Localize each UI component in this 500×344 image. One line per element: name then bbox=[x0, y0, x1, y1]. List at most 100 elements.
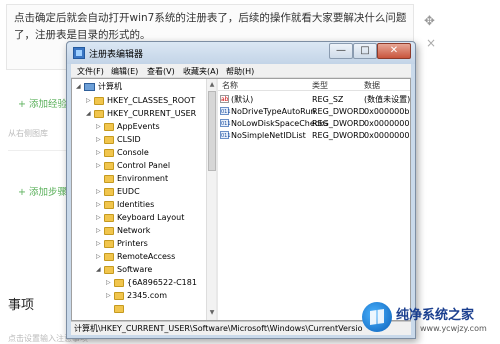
tree-node-remoteaccess[interactable]: ▷ RemoteAccess bbox=[96, 251, 175, 263]
folder-icon bbox=[104, 240, 114, 248]
value-name: NoSimpleNetIDList bbox=[231, 131, 306, 140]
tree-expander-icon[interactable]: ▷ bbox=[96, 186, 104, 198]
value-row[interactable]: ab (默认) REG_SZ (数值未设置) bbox=[218, 94, 410, 105]
menu-view[interactable]: 查看(V) bbox=[147, 66, 175, 77]
tree-expander-icon[interactable]: ▷ bbox=[106, 290, 114, 302]
tree-node-hkcr[interactable]: ▷ HKEY_CLASSES_ROOT bbox=[86, 95, 195, 107]
tree-expander-icon[interactable]: ▷ bbox=[96, 134, 104, 146]
column-header-name[interactable]: 名称 bbox=[222, 80, 238, 91]
dword-value-icon: 011 bbox=[220, 131, 231, 139]
value-data: 0x000000b5 (18 bbox=[364, 107, 410, 116]
string-value-icon: ab bbox=[220, 95, 229, 103]
tree-node-appevents[interactable]: ▷ AppEvents bbox=[96, 121, 160, 133]
folder-icon bbox=[94, 97, 104, 105]
tree-node-eudc[interactable]: ▷ EUDC bbox=[96, 186, 140, 198]
menu-edit[interactable]: 编辑(E) bbox=[111, 66, 138, 77]
maximize-button[interactable]: □ bbox=[353, 43, 377, 59]
folder-icon bbox=[104, 227, 114, 235]
tree-expander-icon[interactable]: ▷ bbox=[96, 199, 104, 211]
minimize-button[interactable]: — bbox=[329, 43, 353, 59]
value-row[interactable]: 011NoSimpleNetIDList REG_DWORD 0x0000000… bbox=[218, 130, 410, 141]
value-type: REG_SZ bbox=[312, 95, 344, 104]
tree-expander-icon[interactable]: ◢ bbox=[76, 81, 84, 93]
add-step-link[interactable]: + 添加步骤 bbox=[18, 184, 67, 198]
value-row[interactable]: 011NoDriveTypeAutoRun REG_DWORD 0x000000… bbox=[218, 106, 410, 117]
windows-logo-icon bbox=[362, 302, 392, 332]
regedit-icon bbox=[73, 47, 85, 59]
folder-icon bbox=[94, 110, 104, 118]
folder-icon bbox=[104, 175, 114, 183]
folder-icon bbox=[114, 292, 124, 300]
menu-help[interactable]: 帮助(H) bbox=[226, 66, 254, 77]
column-header-type[interactable]: 类型 bbox=[312, 80, 328, 91]
tree-expander-icon[interactable]: ▷ bbox=[96, 147, 104, 159]
close-button[interactable]: ✕ bbox=[377, 43, 411, 59]
folder-icon bbox=[104, 214, 114, 222]
dword-value-icon: 011 bbox=[220, 107, 231, 115]
folder-icon bbox=[114, 279, 124, 287]
notes-heading: 事项 bbox=[8, 298, 35, 313]
add-experience-link[interactable]: + 添加经验 bbox=[18, 96, 67, 110]
registry-editor-window: 注册表编辑器 — □ ✕ 文件(F) 编辑(E) 查看(V) 收藏夹(A) 帮助… bbox=[66, 41, 416, 339]
watermark-title: 纯净系统之家 bbox=[396, 308, 475, 323]
tree-node-clsid[interactable]: ▷ CLSID bbox=[96, 134, 141, 146]
tree-node-network[interactable]: ▷ Network bbox=[96, 225, 150, 237]
tree-node-identities[interactable]: ▷ Identities bbox=[96, 199, 154, 211]
value-type: REG_DWORD bbox=[312, 131, 365, 140]
folder-icon bbox=[104, 149, 114, 157]
value-data: 0x00000001 (1) bbox=[364, 119, 410, 128]
tree-node-guid[interactable]: ▷ {6A896522-C181 bbox=[106, 277, 197, 289]
tree-expander-icon[interactable]: ◢ bbox=[96, 264, 104, 276]
tree-node-computer[interactable]: ◢ 计算机 bbox=[76, 81, 122, 93]
tree-node-partial[interactable] bbox=[106, 303, 127, 315]
computer-icon bbox=[84, 83, 95, 91]
close-icon[interactable]: × bbox=[426, 36, 436, 50]
tree-node-software[interactable]: ◢ Software bbox=[96, 264, 152, 276]
tree-node-keyboard-layout[interactable]: ▷ Keyboard Layout bbox=[96, 212, 184, 224]
tree-expander-icon[interactable]: ▷ bbox=[96, 225, 104, 237]
watermark: 纯净系统之家 www.ycwjzy.com bbox=[360, 300, 500, 344]
folder-icon bbox=[104, 266, 114, 274]
tree-node-environment[interactable]: Environment bbox=[96, 173, 168, 185]
tree-node-control-panel[interactable]: ▷ Control Panel bbox=[96, 160, 170, 172]
value-name: (默认) bbox=[231, 95, 254, 104]
move-icon[interactable]: ✥ bbox=[424, 14, 435, 29]
value-data: 0x00000001 (1) bbox=[364, 131, 410, 140]
folder-icon bbox=[104, 201, 114, 209]
menu-favorites[interactable]: 收藏夹(A) bbox=[183, 66, 219, 77]
values-header: 名称 类型 数据 bbox=[218, 79, 410, 91]
tree-expander-icon[interactable]: ▷ bbox=[96, 238, 104, 250]
tree-scrollbar[interactable]: ▲ ▼ bbox=[206, 79, 216, 320]
folder-icon bbox=[104, 188, 114, 196]
image-library-hint: 从右侧图库 bbox=[8, 129, 48, 138]
value-row[interactable]: 011NoLowDiskSpaceChecks REG_DWORD 0x0000… bbox=[218, 118, 410, 129]
folder-icon bbox=[104, 253, 114, 261]
folder-icon bbox=[104, 136, 114, 144]
scrollbar-thumb[interactable] bbox=[208, 91, 216, 171]
value-name: NoDriveTypeAutoRun bbox=[231, 107, 316, 116]
tree-node-printers[interactable]: ▷ Printers bbox=[96, 238, 148, 250]
tree-expander-icon[interactable]: ▷ bbox=[96, 251, 104, 263]
folder-icon bbox=[104, 123, 114, 131]
value-type: REG_DWORD bbox=[312, 119, 365, 128]
menu-file[interactable]: 文件(F) bbox=[77, 66, 104, 77]
menu-bar: 文件(F) 编辑(E) 查看(V) 收藏夹(A) 帮助(H) bbox=[71, 64, 411, 78]
tree-expander-icon[interactable]: ▷ bbox=[106, 277, 114, 289]
title-bar[interactable]: 注册表编辑器 — □ ✕ bbox=[67, 42, 415, 64]
tree-expander-icon[interactable]: ▷ bbox=[96, 212, 104, 224]
tree-node-2345[interactable]: ▷ 2345.com bbox=[106, 290, 167, 302]
tree-expander-icon[interactable]: ▷ bbox=[96, 121, 104, 133]
tree-node-hkcu[interactable]: ◢ HKEY_CURRENT_USER bbox=[86, 108, 196, 120]
value-data: (数值未设置) bbox=[364, 95, 410, 104]
tree-expander-icon[interactable]: ◢ bbox=[86, 108, 94, 120]
step-instruction-text: 点击确定后就会自动打开win7系统的注册表了，后续的操作就看大家要解决什么问题了… bbox=[14, 12, 407, 41]
watermark-url: www.ycwjzy.com bbox=[420, 324, 487, 333]
tree-expander-icon[interactable]: ▷ bbox=[96, 160, 104, 172]
column-header-data[interactable]: 数据 bbox=[364, 80, 380, 91]
values-list: 名称 类型 数据 ab (默认) REG_SZ (数值未设置) 011NoDriv… bbox=[218, 79, 410, 320]
scroll-down-icon[interactable]: ▼ bbox=[208, 309, 216, 317]
folder-icon bbox=[114, 305, 124, 313]
tree-node-console[interactable]: ▷ Console bbox=[96, 147, 149, 159]
scroll-up-icon[interactable]: ▲ bbox=[208, 81, 216, 89]
tree-expander-icon[interactable]: ▷ bbox=[86, 95, 94, 107]
